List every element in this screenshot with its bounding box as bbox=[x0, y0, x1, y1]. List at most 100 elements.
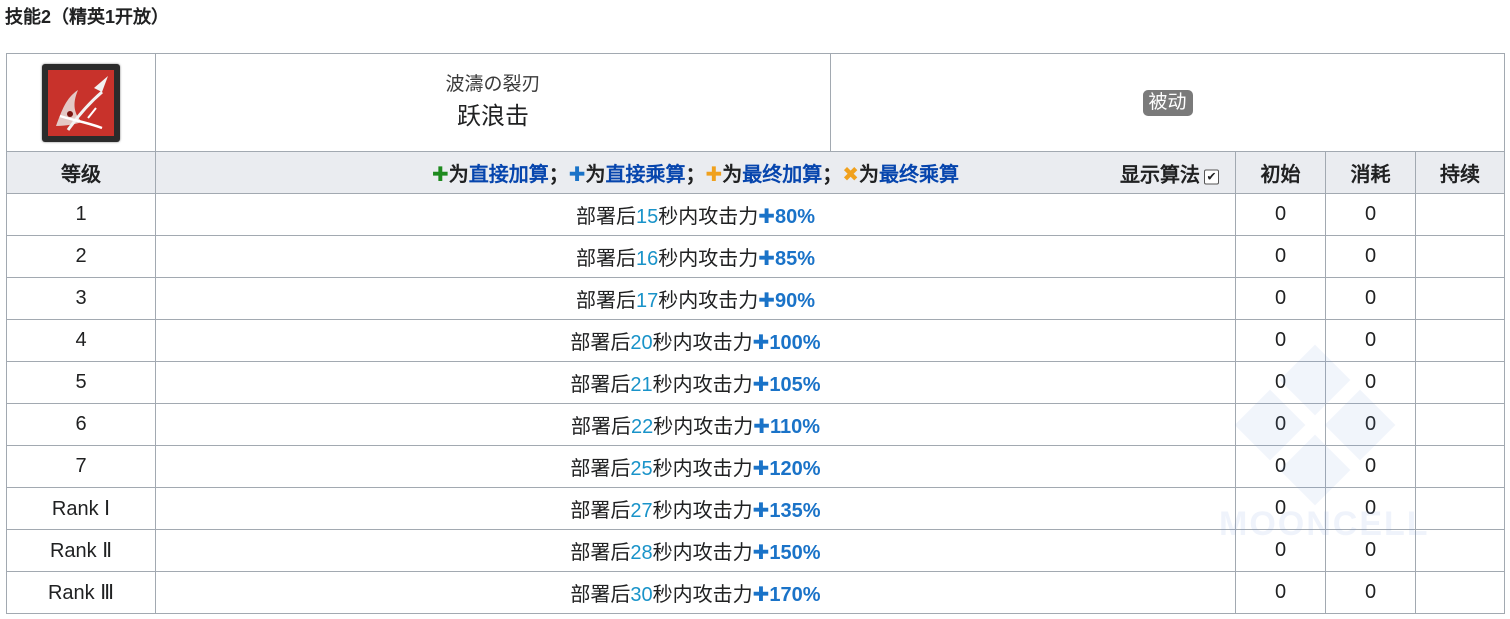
table-row: 6 部署后22秒内攻击力✚110% 0 0 bbox=[6, 403, 1506, 446]
desc-prefix: 部署后 bbox=[575, 206, 636, 228]
desc-percent: 170% bbox=[769, 584, 821, 606]
table-row: 3 部署后17秒内攻击力✚90% 0 0 bbox=[6, 277, 1506, 320]
desc-middle: 秒内攻击力 bbox=[652, 374, 753, 396]
table-row: 7 部署后25秒内攻击力✚120% 0 0 bbox=[6, 445, 1506, 488]
header-legend: ✚为直接加算；✚为直接乘算；✚为最终加算；✖为最终乘算 显示算法 ✔ bbox=[155, 151, 1236, 194]
desc-prefix: 部署后 bbox=[570, 500, 631, 522]
row-duration bbox=[1414, 529, 1506, 572]
plus-blue-icon: ✚ bbox=[752, 374, 770, 396]
row-initial: 0 bbox=[1235, 361, 1326, 404]
row-level: 7 bbox=[6, 445, 156, 488]
row-cost: 0 bbox=[1325, 361, 1416, 404]
row-description: 部署后27秒内攻击力✚135% bbox=[155, 487, 1236, 530]
show-calc-label: 显示算法 bbox=[1120, 164, 1200, 186]
desc-middle: 秒内攻击力 bbox=[652, 500, 753, 522]
desc-middle: 秒内攻击力 bbox=[652, 584, 753, 606]
row-cost: 0 bbox=[1325, 487, 1416, 530]
row-initial: 0 bbox=[1235, 571, 1326, 614]
legend-word: 为 bbox=[859, 164, 880, 186]
row-cost: 0 bbox=[1325, 277, 1416, 320]
skill-name-cell: 波濤の裂刃 跃浪击 bbox=[155, 53, 831, 152]
desc-percent: 105% bbox=[769, 374, 821, 396]
row-level: Rank Ⅲ bbox=[6, 571, 156, 614]
desc-seconds: 17 bbox=[635, 290, 659, 312]
desc-percent: 110% bbox=[769, 416, 821, 438]
row-initial: 0 bbox=[1235, 529, 1326, 572]
header-duration: 持续 bbox=[1414, 151, 1506, 194]
legend-link-direct-multiply[interactable]: 直接乘算 bbox=[606, 164, 686, 186]
plus-blue-icon: ✚ bbox=[568, 164, 586, 186]
row-level: 4 bbox=[6, 319, 156, 362]
cross-orange-icon: ✖ bbox=[842, 164, 860, 186]
legend-sep: ； bbox=[548, 164, 569, 186]
header-level: 等级 bbox=[6, 151, 156, 194]
desc-prefix: 部署后 bbox=[575, 290, 636, 312]
header-initial: 初始 bbox=[1235, 151, 1326, 194]
desc-percent: 85% bbox=[774, 248, 816, 270]
plus-blue-icon: ✚ bbox=[752, 458, 770, 480]
legend-word: 为 bbox=[722, 164, 743, 186]
desc-percent: 150% bbox=[769, 542, 821, 564]
desc-middle: 秒内攻击力 bbox=[658, 290, 759, 312]
row-duration bbox=[1414, 445, 1506, 488]
plus-blue-icon: ✚ bbox=[752, 584, 770, 606]
row-cost: 0 bbox=[1325, 319, 1416, 362]
show-calc-checkbox[interactable]: ✔ bbox=[1204, 169, 1219, 184]
row-duration bbox=[1414, 571, 1506, 614]
skill-name-cn: 跃浪击 bbox=[457, 102, 529, 130]
row-level: 6 bbox=[6, 403, 156, 446]
row-level: 3 bbox=[6, 277, 156, 320]
row-level: Rank Ⅰ bbox=[6, 487, 156, 530]
row-duration bbox=[1414, 235, 1506, 278]
plus-blue-icon: ✚ bbox=[752, 542, 770, 564]
desc-seconds: 28 bbox=[630, 542, 653, 564]
desc-middle: 秒内攻击力 bbox=[658, 248, 759, 270]
desc-seconds: 27 bbox=[630, 500, 653, 522]
row-initial: 0 bbox=[1235, 235, 1326, 278]
row-level: 1 bbox=[6, 193, 156, 236]
row-initial: 0 bbox=[1235, 403, 1326, 446]
skill-info-row: 波濤の裂刃 跃浪击 被动 bbox=[6, 53, 1506, 152]
desc-middle: 秒内攻击力 bbox=[658, 206, 759, 228]
row-cost: 0 bbox=[1325, 403, 1416, 446]
row-duration bbox=[1414, 361, 1506, 404]
legend-link-direct-add[interactable]: 直接加算 bbox=[469, 164, 549, 186]
table-row: 1 部署后15秒内攻击力✚80% 0 0 bbox=[6, 193, 1506, 236]
skill-type-badge: 被动 bbox=[1142, 89, 1193, 116]
desc-middle: 秒内攻击力 bbox=[652, 542, 753, 564]
skill-table: 波濤の裂刃 跃浪击 被动 等级 ✚为直接加算；✚为直接乘算；✚为最终加算；✖为最… bbox=[6, 53, 1506, 614]
row-initial: 0 bbox=[1235, 487, 1326, 530]
plus-blue-icon: ✚ bbox=[752, 500, 770, 522]
table-row: Rank Ⅲ 部署后30秒内攻击力✚170% 0 0 bbox=[6, 571, 1506, 614]
row-description: 部署后16秒内攻击力✚85% bbox=[155, 235, 1236, 278]
level-rows: 1 部署后15秒内攻击力✚80% 0 0 2 部署后16秒内攻击力✚85% 0 … bbox=[6, 193, 1506, 614]
desc-prefix: 部署后 bbox=[570, 374, 631, 396]
header-cost: 消耗 bbox=[1325, 151, 1416, 194]
row-initial: 0 bbox=[1235, 445, 1326, 488]
row-cost: 0 bbox=[1325, 445, 1416, 488]
row-cost: 0 bbox=[1325, 193, 1416, 236]
plus-blue-icon: ✚ bbox=[752, 332, 770, 354]
desc-prefix: 部署后 bbox=[570, 458, 631, 480]
legend-link-final-multiply[interactable]: 最终乘算 bbox=[879, 164, 959, 186]
row-level: Rank Ⅱ bbox=[6, 529, 156, 572]
desc-prefix: 部署后 bbox=[575, 248, 636, 270]
legend-text: ✚为直接加算；✚为直接乘算；✚为最终加算；✖为最终乘算 bbox=[432, 158, 959, 187]
show-calc-toggle[interactable]: 显示算法 ✔ bbox=[1120, 158, 1219, 187]
section-title: 技能2（精英1开放） bbox=[5, 7, 170, 27]
row-duration bbox=[1414, 319, 1506, 362]
desc-percent: 100% bbox=[769, 332, 821, 354]
table-row: Rank Ⅰ 部署后27秒内攻击力✚135% 0 0 bbox=[6, 487, 1506, 530]
table-row: 2 部署后16秒内攻击力✚85% 0 0 bbox=[6, 235, 1506, 278]
row-cost: 0 bbox=[1325, 571, 1416, 614]
legend-link-final-add[interactable]: 最终加算 bbox=[742, 164, 822, 186]
row-description: 部署后30秒内攻击力✚170% bbox=[155, 571, 1236, 614]
skill-name-jp: 波濤の裂刃 bbox=[445, 73, 541, 95]
row-level: 5 bbox=[6, 361, 156, 404]
desc-seconds: 20 bbox=[630, 332, 653, 354]
plus-blue-icon: ✚ bbox=[753, 416, 770, 438]
desc-prefix: 部署后 bbox=[570, 542, 631, 564]
plus-blue-icon: ✚ bbox=[758, 248, 775, 270]
table-row: 4 部署后20秒内攻击力✚100% 0 0 bbox=[6, 319, 1506, 362]
row-description: 部署后25秒内攻击力✚120% bbox=[155, 445, 1236, 488]
